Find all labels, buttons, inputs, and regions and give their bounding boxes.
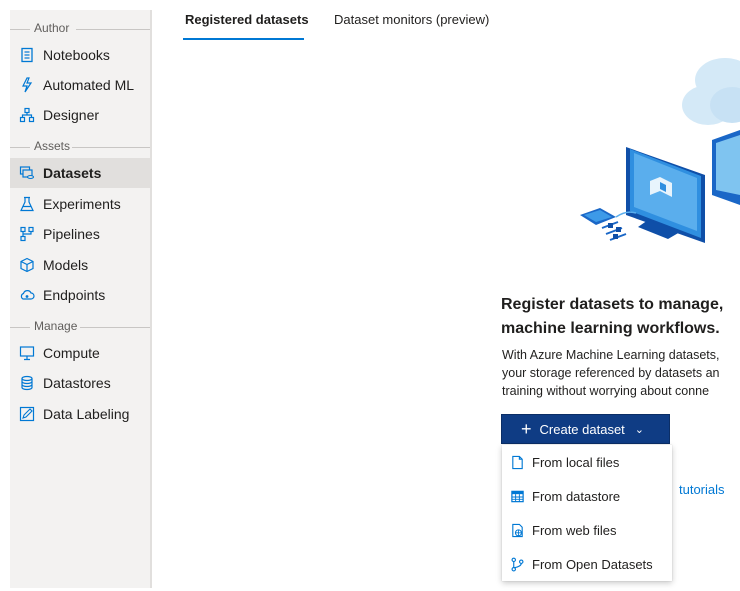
sidebar-item-endpoints[interactable]: Endpoints — [10, 280, 150, 310]
open-datasets-icon — [509, 556, 525, 572]
monitor-icon — [18, 344, 36, 362]
section-header-author: Author — [10, 21, 150, 37]
tab-registered-datasets[interactable]: Registered datasets — [185, 12, 309, 27]
menu-item-from-open-datasets[interactable]: From Open Datasets — [502, 548, 672, 580]
sidebar-item-label: Experiments — [43, 196, 121, 212]
chevron-down-icon: ⌄ — [634, 423, 645, 436]
sidebar-item-datastores[interactable]: Datastores — [10, 368, 150, 398]
plus-icon: + — [521, 419, 532, 439]
sidebar-item-label: Models — [43, 257, 89, 273]
sidebar-item-automated-ml[interactable]: Automated ML — [10, 70, 150, 100]
tab-dataset-monitors[interactable]: Dataset monitors (preview) — [334, 12, 489, 27]
sidebar-item-pipelines[interactable]: Pipelines — [10, 219, 150, 249]
notebook-icon — [18, 46, 36, 64]
sidebar-item-label: Compute — [43, 345, 100, 361]
sidebar-item-label: Pipelines — [43, 226, 100, 242]
sidebar-item-label: Endpoints — [43, 287, 106, 303]
edit-icon — [18, 405, 36, 423]
cube-icon — [18, 256, 36, 274]
datasets-icon — [18, 164, 36, 182]
sidebar-item-label: Datastores — [43, 375, 111, 391]
sidebar-item-label: Notebooks — [43, 47, 110, 63]
web-file-icon — [509, 522, 525, 538]
tutorials-link[interactable]: tutorials — [679, 482, 725, 497]
sidebar-item-label: Designer — [43, 107, 100, 123]
file-icon — [509, 454, 525, 470]
sidebar-item-compute[interactable]: Compute — [10, 338, 150, 368]
sidebar-item-label: Datasets — [43, 165, 102, 181]
flask-icon — [18, 195, 36, 213]
create-dataset-button[interactable]: + Create dataset ⌄ — [501, 414, 670, 444]
sidebar-item-notebooks[interactable]: Notebooks — [10, 40, 150, 70]
menu-item-from-local-files[interactable]: From local files — [502, 446, 672, 478]
menu-item-from-datastore[interactable]: From datastore — [502, 480, 672, 512]
section-header-manage: Manage — [10, 319, 150, 335]
sidebar-item-data-labeling[interactable]: Data Labeling — [10, 399, 150, 429]
menu-item-from-web-files[interactable]: From web files — [502, 514, 672, 546]
section-header-assets: Assets — [10, 139, 150, 155]
automated-ml-icon — [18, 76, 36, 94]
sidebar-item-designer[interactable]: Designer — [10, 100, 150, 130]
sidebar-item-models[interactable]: Models — [10, 250, 150, 280]
pipelines-icon — [18, 225, 36, 243]
table-icon — [509, 488, 525, 504]
sidebar-item-label: Automated ML — [43, 77, 135, 93]
left-nav-sidebar: Author Notebooks Automated ML Designer A… — [10, 10, 152, 588]
designer-icon — [18, 106, 36, 124]
empty-state-headline: Register datasets to manage, machine lea… — [501, 296, 724, 337]
sidebar-item-label: Data Labeling — [43, 406, 130, 422]
cloud-endpoint-icon — [18, 286, 36, 304]
datasets-illustration — [580, 58, 740, 243]
create-dataset-menu: From local files From datastore From web… — [502, 445, 672, 581]
database-icon — [18, 374, 36, 392]
empty-state-description: With Azure Machine Learning datasets, yo… — [502, 348, 720, 398]
sidebar-item-datasets[interactable]: Datasets — [10, 158, 150, 188]
active-tab-indicator — [183, 38, 304, 40]
sidebar-item-experiments[interactable]: Experiments — [10, 189, 150, 219]
